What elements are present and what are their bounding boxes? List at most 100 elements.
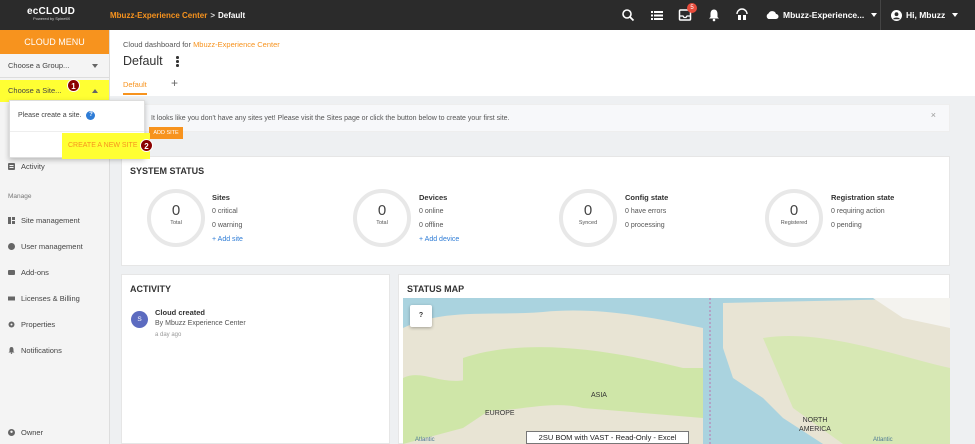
no-sites-alert: It looks like you don't have any sites y…	[121, 104, 950, 132]
logo[interactable]: ecCLOUD Powered by SpinetiX	[27, 6, 75, 21]
stat-heading: Config state	[625, 193, 669, 202]
sidebar-item-user-management[interactable]: User management	[8, 240, 83, 252]
sidebar-item-label: Properties	[21, 319, 56, 329]
dashboard-context: Cloud dashboard for Mbuzz-Experience Cen…	[123, 40, 280, 49]
prompt-text: Please create a site.	[18, 112, 82, 119]
cloud-icon	[766, 11, 779, 19]
cloud-name: Mbuzz-Experience...	[783, 10, 865, 20]
divider	[10, 131, 144, 132]
chevron-down-icon	[871, 13, 878, 17]
registration-summary: Registration state 0 requiring action 0 …	[831, 191, 894, 233]
stat-label: Synced	[578, 220, 598, 226]
cloud-menu-header: CLOUD MENU	[0, 30, 109, 54]
activity-entry-author: By Mbuzz Experience Center	[155, 320, 246, 327]
map-label-ocean: Atlantic	[415, 437, 435, 443]
stat-line: 0 warning	[212, 222, 243, 229]
sidebar-item-owner[interactable]: Owner	[8, 426, 43, 438]
stat-line: 0 online	[419, 208, 444, 215]
logo-subtext: Powered by SpinetiX	[33, 16, 71, 21]
add-site-button[interactable]: ADD SITE	[149, 127, 183, 139]
gear-icon	[8, 321, 15, 327]
group-selector-label: Choose a Group...	[8, 61, 70, 70]
user-icon	[8, 242, 15, 250]
sidebar-item-properties[interactable]: Properties	[8, 318, 55, 330]
sidebar-item-add-ons[interactable]: Add-ons	[8, 266, 49, 278]
sidebar-item-label: Site management	[21, 215, 80, 225]
group-selector[interactable]: Choose a Group...	[0, 54, 109, 78]
activity-entry-time: a day ago	[155, 332, 182, 338]
stat-heading: Sites	[212, 193, 230, 202]
add-site-link[interactable]: + Add site	[212, 233, 243, 247]
site-selector[interactable]: Choose a Site...	[0, 80, 109, 102]
sidebar-item-activity[interactable]: Activity	[8, 160, 45, 172]
taskbar-tooltip: 2SU BOM with VAST - Read-Only - Excel	[526, 431, 689, 444]
cloud-selector[interactable]: Mbuzz-Experience...	[765, 8, 878, 22]
dashboard-for-label: Cloud dashboard for	[123, 40, 191, 49]
owner-icon	[8, 428, 15, 436]
map-help-button[interactable]: ?	[410, 305, 432, 327]
step-marker-2: 2	[140, 139, 153, 152]
sidebar-item-label: Add-ons	[21, 267, 49, 277]
sidebar-item-site-management[interactable]: Site management	[8, 214, 80, 226]
map-label-ocean: Atlantic	[873, 437, 893, 443]
stat-heading: Registration state	[831, 193, 895, 202]
sidebar-item-label: Owner	[21, 427, 44, 437]
map-label-north-america: NORTH AMERICA	[799, 417, 831, 433]
addons-icon	[8, 269, 15, 275]
devices-total-ring: 0 Total	[353, 189, 411, 247]
stat-value: 0	[171, 202, 181, 219]
avatar: S	[131, 311, 148, 328]
card-title: ACTIVITY	[130, 284, 172, 294]
remote-devices-icon[interactable]	[735, 8, 749, 22]
breadcrumb-page: Default	[218, 11, 246, 20]
top-bar: ecCLOUD Powered by SpinetiX Mbuzz-Experi…	[0, 0, 975, 30]
stat-value: 0	[789, 202, 799, 219]
devices-summary: Devices 0 online 0 offline + Add device	[419, 191, 459, 247]
config-summary: Config state 0 have errors 0 processing	[625, 191, 668, 233]
stat-line: 0 critical	[212, 208, 238, 215]
sidebar-item-label: User management	[21, 241, 83, 251]
sites-summary: Sites 0 critical 0 warning + Add site	[212, 191, 243, 247]
user-avatar-icon	[891, 9, 902, 21]
search-icon[interactable]	[621, 8, 635, 22]
more-options-icon[interactable]	[176, 56, 180, 68]
breadcrumb: Mbuzz-Experience Center > Default	[110, 11, 245, 20]
world-map[interactable]: ASIA EUROPE NORTH AMERICA Atlantic Atlan…	[403, 298, 950, 444]
user-greeting: Hi, Mbuzz	[906, 10, 946, 20]
help-icon[interactable]: ?	[86, 111, 96, 120]
card-title: STATUS MAP	[407, 284, 465, 294]
breadcrumb-org[interactable]: Mbuzz-Experience Center	[110, 11, 207, 20]
sidebar-item-licenses-billing[interactable]: Licenses & Billing	[8, 292, 80, 304]
stat-label: Total	[170, 220, 182, 226]
chevron-down-icon	[952, 13, 959, 17]
stat-value: 0	[583, 202, 593, 219]
site-dropdown-menu: Please create a site. ? CREATE A NEW SIT…	[9, 100, 150, 159]
breadcrumb-separator: >	[210, 11, 216, 20]
dashboard-org-link[interactable]: Mbuzz-Experience Center	[193, 40, 280, 49]
chevron-up-icon	[92, 89, 98, 93]
bell-icon[interactable]	[707, 8, 721, 22]
chevron-down-icon	[92, 64, 98, 68]
user-menu[interactable]: Hi, Mbuzz	[880, 0, 975, 30]
add-device-link[interactable]: + Add device	[419, 233, 459, 247]
activity-entry-title: Cloud created	[155, 308, 206, 317]
create-site-prompt: Please create a site. ?	[18, 111, 96, 120]
stat-line: 0 requiring action	[831, 208, 885, 215]
create-new-site-button[interactable]: CREATE A NEW SITE	[62, 133, 150, 159]
list-icon[interactable]	[650, 8, 664, 22]
stat-value: 0	[377, 202, 387, 219]
notification-badge: 5	[687, 3, 697, 13]
license-icon	[8, 296, 15, 300]
stat-heading: Devices	[419, 193, 448, 202]
site-selector-label: Choose a Site...	[8, 86, 62, 95]
step-marker-1: 1	[67, 79, 80, 92]
close-icon[interactable]: ×	[931, 110, 936, 120]
stat-label: Registered	[780, 220, 808, 226]
card-title: SYSTEM STATUS	[130, 166, 205, 176]
add-tab-button[interactable]: +	[171, 76, 178, 90]
config-synced-ring: 0 Synced	[559, 189, 617, 247]
sidebar-item-notifications[interactable]: Notifications	[8, 344, 62, 356]
page-title: Default	[123, 54, 163, 68]
tab-default[interactable]: Default	[123, 80, 147, 95]
map-label-europe: EUROPE	[485, 410, 515, 417]
